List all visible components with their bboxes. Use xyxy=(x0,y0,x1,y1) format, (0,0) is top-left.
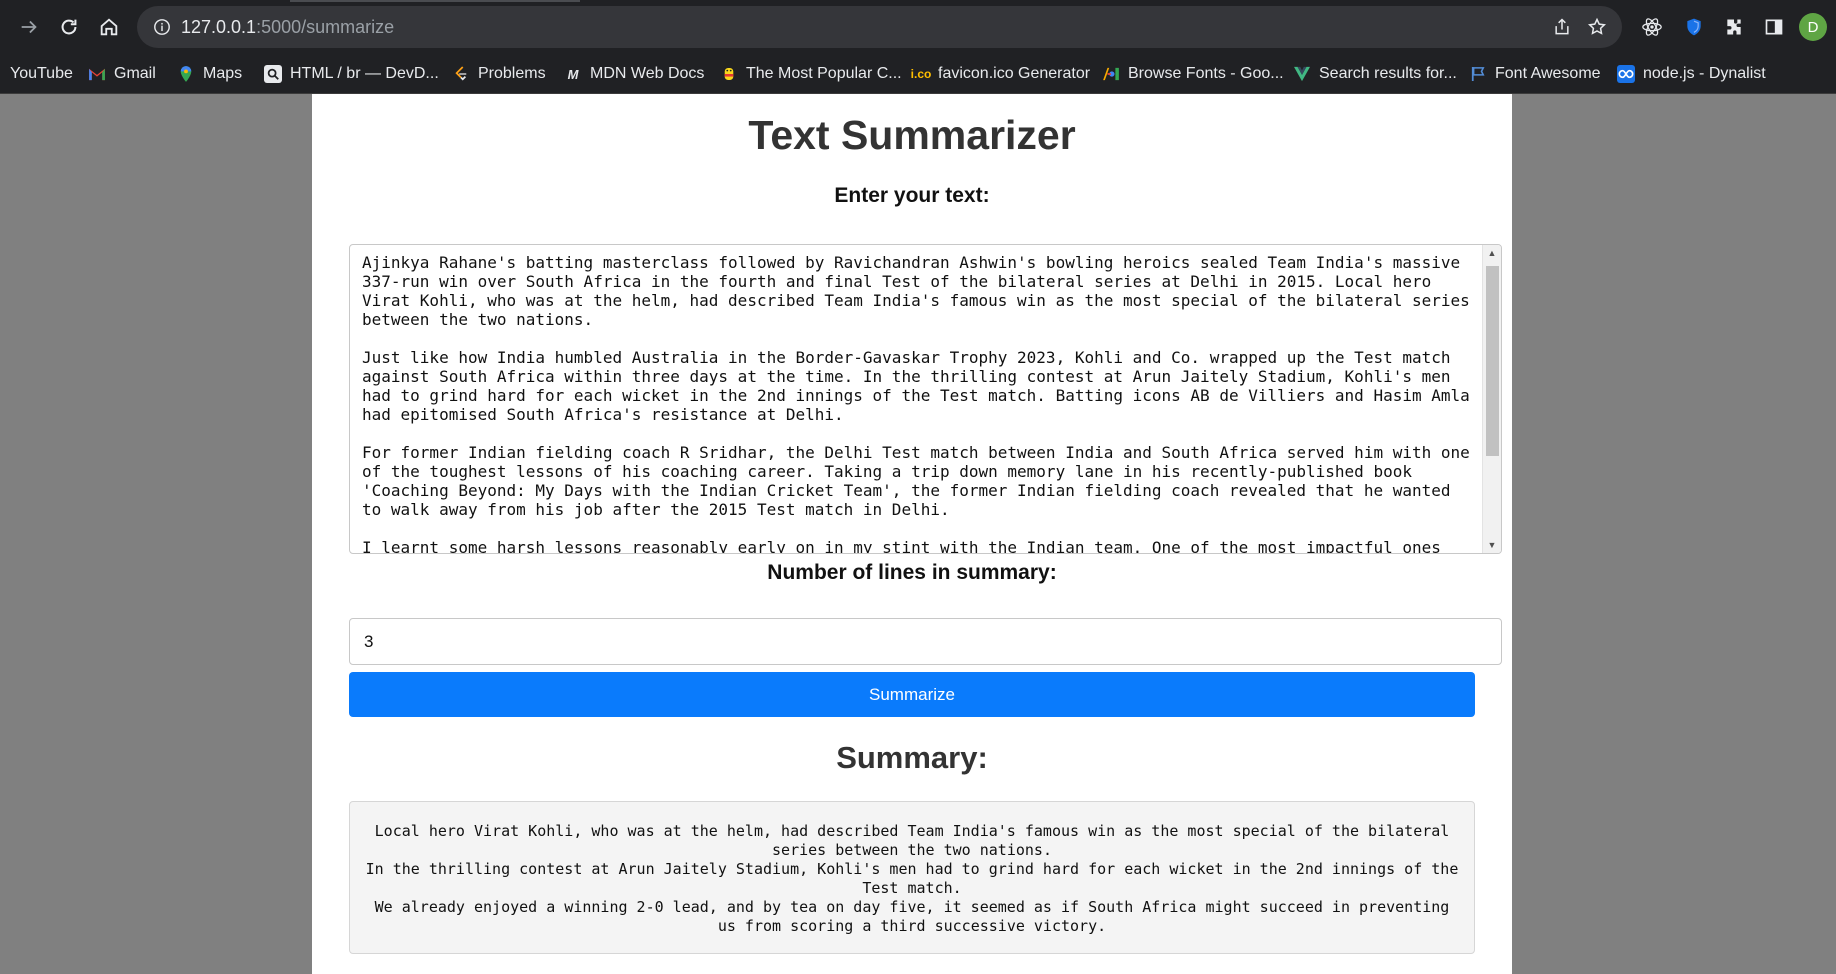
home-button[interactable] xyxy=(95,13,123,41)
popular-icon xyxy=(720,65,738,83)
share-icon xyxy=(1555,18,1569,35)
forward-button[interactable] xyxy=(15,13,43,41)
bookmark-most-popular[interactable]: The Most Popular C... xyxy=(720,62,902,86)
summary-output: Local hero Virat Kohli, who was at the h… xyxy=(349,801,1475,954)
bookmark-google-fonts[interactable]: Browse Fonts - Goo... xyxy=(1102,62,1284,86)
vuejs-icon xyxy=(1293,65,1311,83)
scroll-thumb[interactable] xyxy=(1486,266,1499,456)
font-awesome-icon xyxy=(1469,65,1487,83)
bookmark-youtube[interactable]: YouTube xyxy=(10,62,73,86)
star-icon xyxy=(1587,17,1607,35)
bookmark-label: node.js - Dynalist xyxy=(1643,65,1766,82)
textarea-scrollbar[interactable]: ▲ ▼ xyxy=(1482,245,1501,553)
input-label: Enter your text: xyxy=(834,184,990,207)
bookmark-label: The Most Popular C... xyxy=(746,65,902,82)
bookmark-font-awesome[interactable]: Font Awesome xyxy=(1469,62,1601,86)
bookmark-label: YouTube xyxy=(10,65,73,82)
bookmark-devdocs[interactable]: HTML / br — DevD... xyxy=(264,62,439,86)
bookmark-label: favicon.ico Generator xyxy=(938,65,1091,82)
bookmark-label: Problems xyxy=(478,65,546,82)
shield-icon xyxy=(1687,18,1701,36)
summarize-button[interactable]: Summarize xyxy=(349,672,1475,717)
arrow-right-icon xyxy=(21,20,37,34)
summary-line: We already enjoyed a winning 2-0 lead, a… xyxy=(374,898,1450,935)
lines-input[interactable]: 3 xyxy=(349,618,1502,665)
extensions-button[interactable] xyxy=(1721,14,1747,40)
bookmark-problems[interactable]: Problems xyxy=(452,62,546,86)
side-panel-button[interactable] xyxy=(1761,14,1787,40)
bookmark-label: Browse Fonts - Goo... xyxy=(1128,65,1284,82)
summary-line: In the thrilling contest at Arun Jaitely… xyxy=(365,860,1459,897)
summary-line: Local hero Virat Kohli, who was at the h… xyxy=(374,822,1450,859)
url-text[interactable]: 127.0.0.1:5000/summarize xyxy=(181,17,394,38)
bookmark-label: Gmail xyxy=(114,65,156,82)
url-path: :5000/summarize xyxy=(256,17,395,37)
summary-heading: Summary: xyxy=(836,740,988,775)
react-devtools-extension[interactable] xyxy=(1639,14,1665,40)
bookmark-gmail[interactable]: Gmail xyxy=(88,62,156,86)
bookmark-label: MDN Web Docs xyxy=(590,65,705,82)
profile-avatar[interactable]: D xyxy=(1799,13,1827,41)
dynalist-icon xyxy=(1617,65,1635,83)
address-bar[interactable]: 127.0.0.1:5000/summarize xyxy=(137,6,1622,48)
scroll-up-icon[interactable]: ▲ xyxy=(1483,245,1501,261)
bookmark-search-results[interactable]: Search results for... xyxy=(1293,62,1457,86)
bookmark-star-button[interactable] xyxy=(1586,16,1608,38)
bookmark-label: Font Awesome xyxy=(1495,65,1601,82)
bookmarks-bar: YouTube Gmail Maps HTML / br — DevD... P… xyxy=(0,54,1836,94)
share-button[interactable] xyxy=(1551,16,1573,38)
bookmark-label: Maps xyxy=(203,65,243,82)
tab-strip-edge xyxy=(290,0,580,2)
scroll-down-icon[interactable]: ▼ xyxy=(1483,537,1501,553)
lines-label: Number of lines in summary: xyxy=(767,561,1057,584)
text-input-content: Ajinkya Rahane's batting masterclass fol… xyxy=(362,253,1470,554)
bookmark-label: Search results for... xyxy=(1319,65,1457,82)
puzzle-icon xyxy=(1727,19,1741,35)
home-icon xyxy=(100,18,118,36)
shield-extension[interactable] xyxy=(1681,14,1707,40)
bookmark-mdn[interactable]: M MDN Web Docs xyxy=(564,62,705,86)
side-panel-icon xyxy=(1765,19,1783,35)
browser-toolbar: 127.0.0.1:5000/summarize D xyxy=(0,0,1836,54)
leetcode-icon xyxy=(452,65,470,83)
bookmark-dynalist[interactable]: node.js - Dynalist xyxy=(1617,62,1766,86)
site-info-icon[interactable] xyxy=(153,18,171,36)
gmail-icon xyxy=(88,65,106,83)
mdn-icon: M xyxy=(567,66,579,82)
summarizer-page: Text Summarizer Enter your text: Ajinkya… xyxy=(312,94,1512,974)
text-input-area[interactable]: Ajinkya Rahane's batting masterclass fol… xyxy=(349,244,1502,554)
page-title: Text Summarizer xyxy=(748,112,1076,158)
devdocs-icon xyxy=(264,65,282,83)
favicon-icon: i.co xyxy=(910,67,932,81)
bookmark-label: HTML / br — DevD... xyxy=(290,65,439,82)
url-host: 127.0.0.1 xyxy=(181,17,257,37)
reload-icon xyxy=(61,19,77,35)
bookmark-maps[interactable]: Maps xyxy=(177,62,242,86)
maps-icon xyxy=(177,65,195,83)
reload-button[interactable] xyxy=(55,13,83,41)
google-fonts-icon xyxy=(1102,65,1120,83)
bookmark-favicon-generator[interactable]: i.co favicon.ico Generator xyxy=(910,62,1091,86)
react-icon xyxy=(1642,18,1662,36)
